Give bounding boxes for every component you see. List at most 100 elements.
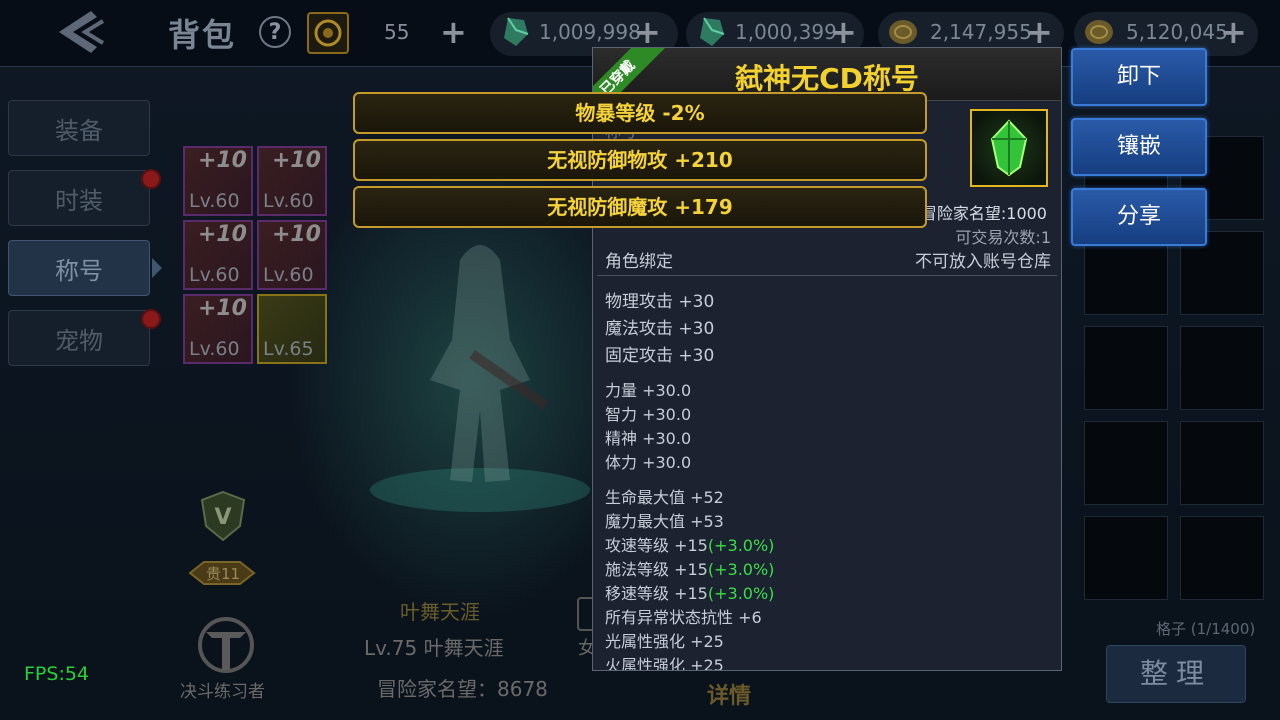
stat-text: 施法等级 +15 [605,560,708,579]
notification-dot [141,169,161,189]
green-crystal-icon [700,17,725,46]
tab-label: 称号 [55,256,103,285]
item-level: Lv.60 [189,264,240,286]
noble-rank-label: 贵11 [206,565,241,583]
item-level: Lv.60 [189,338,240,360]
character-reputation: 冒险家名望：8678 [377,677,548,701]
tab-label: 宠物 [55,326,103,355]
stat-text: 所有异常状态抗性 +6 [605,608,762,627]
inventory-slot[interactable] [1084,326,1168,410]
divider [597,275,1057,276]
stat-line: 光属性强化 +25 [605,628,724,652]
sort-button[interactable]: 整理 [1106,645,1246,703]
stat-text: 攻速等级 +15 [605,536,708,555]
stat-line: 体力 +30.0 [605,453,692,472]
active-tab-arrow [152,258,162,278]
currency-value-3: 2,147,955 [930,20,1032,44]
enhance-level: +10 [197,148,247,173]
duel-title: 决斗练习者 [180,682,265,702]
stat-line: 火属性强化 +25 [605,652,724,671]
item-level: Lv.60 [263,190,314,212]
gold-coin-icon [889,20,917,44]
equipment-slot[interactable]: +10 Lv.60 [183,146,253,216]
stat-line: 魔力最大值 +53 [605,508,724,532]
back-arrow-icon [59,11,105,53]
token-icon [307,12,349,54]
tab-title[interactable]: 称号 [8,240,150,296]
tab-fashion[interactable]: 时装 [8,170,150,226]
stat-line: 施法等级 +15(+3.0%) [605,556,774,580]
add-token-button[interactable]: + [440,16,467,48]
inventory-slot[interactable] [1180,421,1264,505]
fps-counter: FPS:54 [24,663,90,685]
item-icon [970,109,1048,187]
back-button[interactable] [50,6,108,58]
inlay-button[interactable]: 镶嵌 [1071,118,1207,176]
add-currency-4-button[interactable]: + [1220,16,1247,48]
stat-text: 魔力最大值 +53 [605,512,724,531]
green-crystal-icon [504,17,529,46]
token-count: 55 [384,20,410,44]
currency-value-1: 1,009,998 [539,20,641,44]
item-level: Lv.60 [263,264,314,286]
stat-line: 力量 +30.0 [605,381,692,400]
stat-line: 智力 +30.0 [605,405,692,424]
noble-badge: 贵11 [186,556,258,594]
enhance-level: +10 [271,222,321,247]
stat-line: 攻速等级 +15(+3.0%) [605,532,774,556]
add-currency-2-button[interactable]: + [830,16,857,48]
page-title: 背包 [168,16,237,54]
vip-shield-icon: V [200,490,246,542]
equipment-slot[interactable]: +10 Lv.60 [183,294,253,364]
storage-restriction: 不可放入账号仓库 [915,252,1051,272]
tab-label: 装备 [55,116,103,145]
stat-line: 固定攻击 +30 [605,346,715,366]
stat-text: 生命最大值 +52 [605,488,724,507]
equipment-slot[interactable]: +10 Lv.60 [257,220,327,290]
svg-text:V: V [214,505,231,530]
stat-line: 移速等级 +15(+3.0%) [605,580,774,604]
equipment-slot[interactable]: +10 Lv.60 [183,220,253,290]
enhance-level: +10 [197,296,247,321]
tab-pet[interactable]: 宠物 [8,310,150,366]
inventory-slot[interactable] [1180,516,1264,600]
gold-coin-icon [1085,20,1113,44]
inventory-slot[interactable] [1084,421,1168,505]
stat-banner: 无视防御物攻 +210 [353,139,927,181]
character-figure [370,245,590,512]
stat-text: 移速等级 +15 [605,584,708,603]
equipment-slot[interactable]: Lv.65 [257,294,327,364]
stat-bonus: (+3.0%) [707,560,775,579]
stat-text: 光属性强化 +25 [605,632,724,651]
add-currency-3-button[interactable]: + [1026,16,1053,48]
unequip-button[interactable]: 卸下 [1071,48,1207,106]
currency-value-2: 1,000,399 [735,20,837,44]
enhance-level: +10 [197,222,247,247]
tab-equipment[interactable]: 装备 [8,100,150,156]
item-level: Lv.60 [189,190,240,212]
inventory-slot[interactable] [1084,516,1168,600]
enhance-level: +10 [271,148,321,173]
share-button[interactable]: 分享 [1071,188,1207,246]
duel-rank-emblem-icon [198,617,254,673]
add-currency-1-button[interactable]: + [634,16,661,48]
help-button[interactable]: ? [259,16,291,48]
inventory-slot-count: 格子 (1/1400) [1156,620,1256,638]
stat-line: 所有异常状态抗性 +6 [605,604,762,628]
item-level: Lv.65 [263,338,314,360]
stat-line: 物理攻击 +30 [605,292,715,312]
inventory-slot[interactable] [1180,326,1264,410]
tab-label: 时装 [55,186,103,215]
green-gem-icon [990,119,1028,177]
stat-bonus: (+3.0%) [707,536,775,555]
item-name: 弑神无CD称号 [735,62,919,95]
stat-text: 火属性强化 +25 [605,656,724,671]
stat-line: 精神 +30.0 [605,429,692,448]
notification-dot [141,309,161,329]
details-button[interactable]: 详情 [707,678,751,710]
stat-line: 魔法攻击 +30 [605,319,715,339]
equipment-slot[interactable]: +10 Lv.60 [257,146,327,216]
stat-banner: 物暴等级 -2% [353,92,927,134]
stat-banner: 无视防御魔攻 +179 [353,186,927,228]
bind-type: 角色绑定 [605,252,673,272]
